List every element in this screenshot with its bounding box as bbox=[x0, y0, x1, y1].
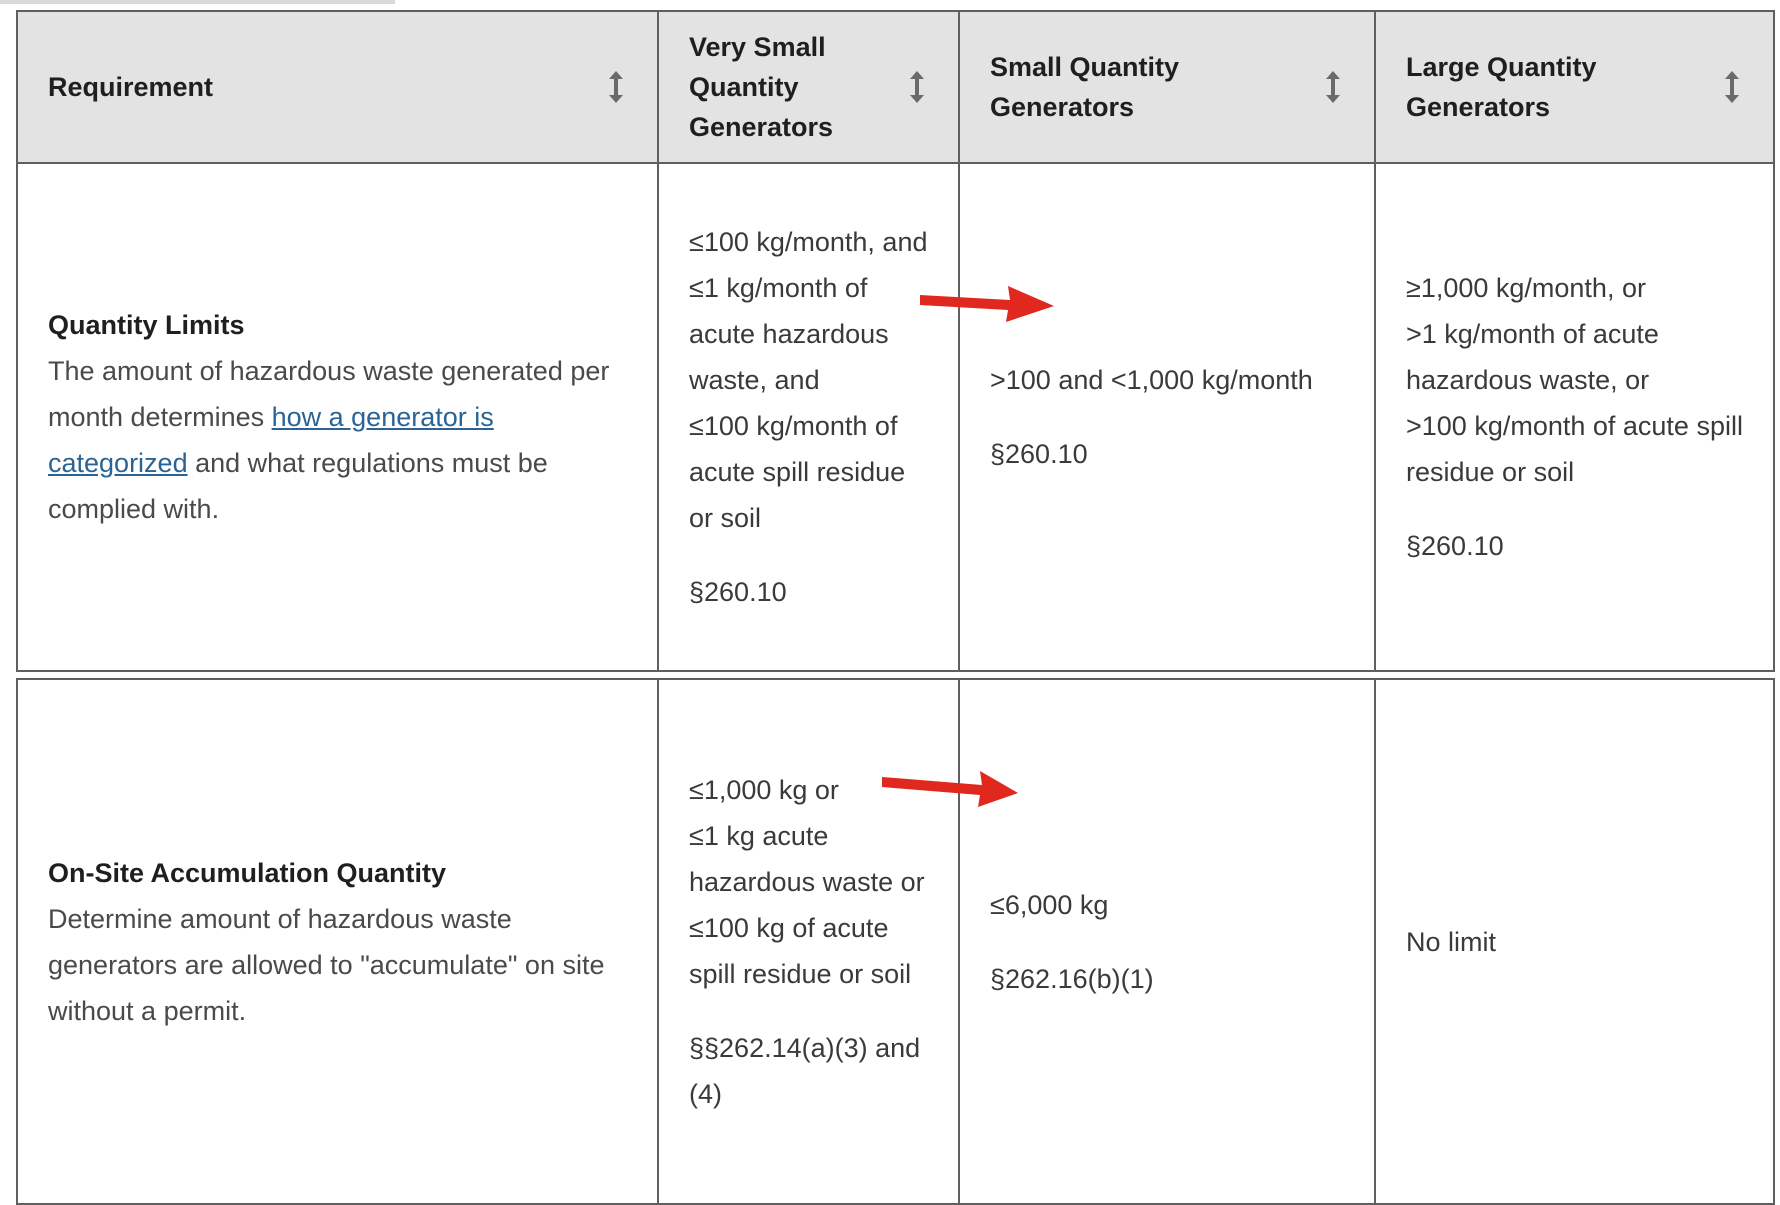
sort-arrows-icon[interactable] bbox=[1322, 69, 1344, 105]
lqg-cell: ≥1,000 kg/month, or >1 kg/month of acute… bbox=[1374, 162, 1775, 672]
lqg-limit-line: ≥1,000 kg/month, or bbox=[1406, 273, 1646, 303]
sort-arrows-icon[interactable] bbox=[906, 69, 928, 105]
generator-requirements-table-continued: On-Site Accumulation Quantity Determine … bbox=[16, 678, 1775, 1205]
column-header-label: Requirement bbox=[48, 72, 214, 102]
lqg-limit-value: No limit bbox=[1406, 926, 1497, 957]
top-strip bbox=[0, 0, 395, 4]
vsqg-limit-line: ≤100 kg/month of acute spill residue or … bbox=[689, 411, 906, 533]
column-header-sqg[interactable]: Small Quantity Generators bbox=[958, 10, 1376, 164]
requirement-description: The amount of hazardous waste generated … bbox=[48, 356, 610, 524]
regulation-citation: §260.10 bbox=[1406, 531, 1504, 561]
vsqg-limit-line: ≤1 kg acute hazardous waste or bbox=[689, 820, 925, 897]
sort-arrows-icon[interactable] bbox=[1721, 69, 1743, 105]
lqg-limit-line: >100 kg/month of acute spill residue or … bbox=[1406, 411, 1743, 487]
vsqg-limit-line: ≤100 kg of acute spill residue or soil bbox=[689, 912, 912, 989]
generator-requirements-table: Requirement Very Small Quantity Generato… bbox=[16, 10, 1775, 672]
requirement-title: Quantity Limits bbox=[48, 310, 245, 340]
regulation-citation: §§262.14(a)(3) and (4) bbox=[689, 1032, 921, 1109]
sqg-cell: ≤6,000 kg §262.16(b)(1) bbox=[958, 678, 1376, 1205]
lqg-limit-line: >1 kg/month of acute hazardous waste, or bbox=[1406, 319, 1659, 395]
requirement-cell: On-Site Accumulation Quantity Determine … bbox=[16, 678, 659, 1205]
regulation-citation: §260.10 bbox=[689, 577, 787, 607]
regulation-citation: §260.10 bbox=[990, 439, 1088, 469]
red-arrow-icon bbox=[920, 286, 1054, 322]
column-header-lqg[interactable]: Large Quantity Generators bbox=[1374, 10, 1775, 164]
requirement-title: On-Site Accumulation Quantity bbox=[48, 857, 447, 888]
lqg-cell: No limit bbox=[1374, 678, 1775, 1205]
column-header-label: Very Small Quantity Generators bbox=[689, 32, 834, 142]
red-arrow-icon-shape bbox=[920, 286, 1054, 322]
sqg-limit-value: >100 and <1,000 kg/month bbox=[990, 365, 1313, 395]
red-arrow-icon bbox=[882, 771, 1018, 807]
table-row: On-Site Accumulation Quantity Determine … bbox=[16, 678, 1775, 1205]
sqg-cell: >100 and <1,000 kg/month §260.10 bbox=[958, 162, 1376, 672]
column-header-requirement[interactable]: Requirement bbox=[16, 10, 659, 164]
column-header-vsqg[interactable]: Very Small Quantity Generators bbox=[657, 10, 960, 164]
table-row: Quantity Limits The amount of hazardous … bbox=[16, 162, 1775, 672]
vsqg-cell: ≤100 kg/month, and ≤1 kg/month of acute … bbox=[657, 162, 960, 672]
requirement-description: Determine amount of hazardous waste gene… bbox=[48, 903, 605, 1026]
regulation-citation: §262.16(b)(1) bbox=[990, 963, 1154, 994]
table-header-row: Requirement Very Small Quantity Generato… bbox=[16, 10, 1775, 164]
vsqg-cell: ≤1,000 kg or ≤1 kg acute hazardous waste… bbox=[657, 678, 960, 1205]
sqg-limit-value: ≤6,000 kg bbox=[990, 889, 1109, 920]
vsqg-limit-line: ≤1 kg/month of acute hazardous waste, an… bbox=[689, 273, 889, 395]
sort-arrows-icon[interactable] bbox=[605, 69, 627, 105]
column-header-label: Small Quantity Generators bbox=[990, 52, 1180, 122]
requirement-cell: Quantity Limits The amount of hazardous … bbox=[16, 162, 659, 672]
column-header-label: Large Quantity Generators bbox=[1406, 52, 1597, 122]
vsqg-limit-line: ≤100 kg/month, and bbox=[689, 227, 928, 257]
red-arrow-icon-shape bbox=[882, 771, 1018, 807]
